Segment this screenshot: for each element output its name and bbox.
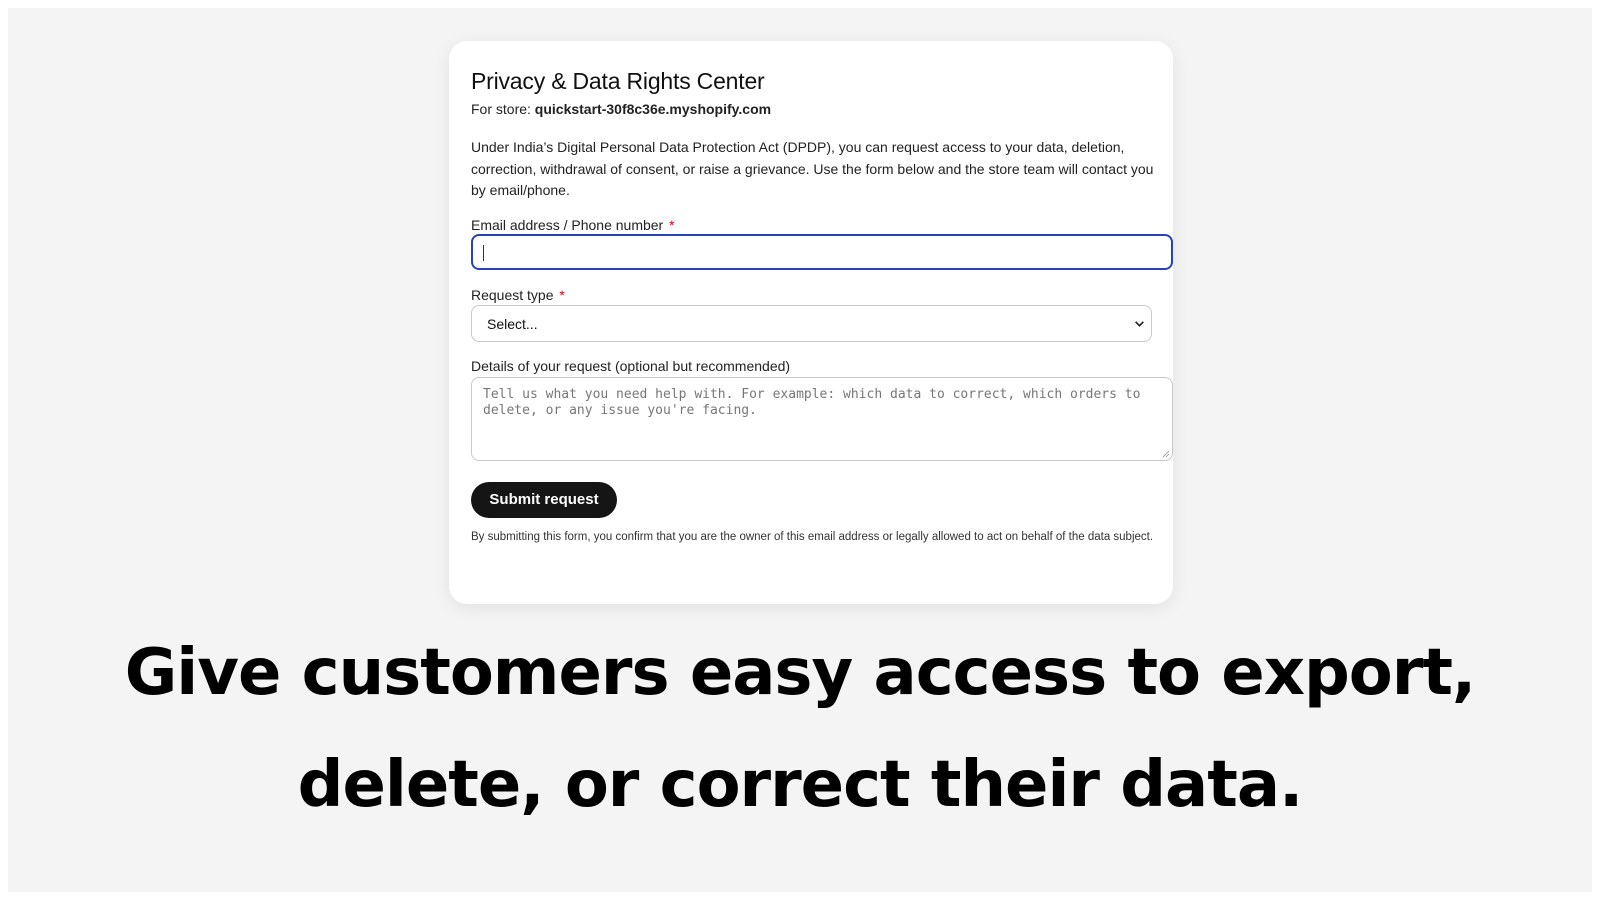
intro-text: Under India’s Digital Personal Data Prot… bbox=[471, 139, 1154, 198]
email-label-text: Email address / Phone number bbox=[471, 217, 664, 233]
request-type-value: Select... bbox=[487, 316, 538, 332]
page-title: Privacy & Data Rights Center bbox=[471, 68, 765, 94]
request-type-select[interactable]: Select... bbox=[471, 305, 1152, 342]
text-caret bbox=[483, 245, 484, 261]
details-textarea[interactable]: Tell us what you need help with. For exa… bbox=[471, 377, 1173, 461]
request-type-label-text: Request type bbox=[471, 287, 554, 303]
chevron-down-icon bbox=[1135, 321, 1144, 327]
store-prefix: For store: bbox=[471, 101, 531, 117]
privacy-form-card: Privacy & Data Rights Center For store: … bbox=[449, 41, 1173, 604]
details-placeholder: Tell us what you need help with. For exa… bbox=[483, 387, 1141, 418]
store-name: quickstart-30f8c36e.myshopify.com bbox=[534, 101, 772, 117]
details-label: Details of your request (optional but re… bbox=[471, 358, 791, 374]
required-marker: * bbox=[669, 217, 675, 233]
resize-grip-icon[interactable] bbox=[1162, 450, 1170, 458]
request-type-label: Request type * bbox=[471, 287, 565, 303]
required-marker: * bbox=[559, 287, 565, 303]
email-label: Email address / Phone number * bbox=[471, 217, 675, 233]
headline-line-2: delete, or correct their data. bbox=[297, 748, 1304, 822]
page-background: Privacy & Data Rights Center For store: … bbox=[8, 8, 1592, 892]
headline-line-1: Give customers easy access to export, bbox=[124, 636, 1476, 710]
store-line: For store: quickstart-30f8c36e.myshopify… bbox=[471, 101, 771, 117]
email-phone-input[interactable] bbox=[471, 234, 1173, 270]
disclaimer-text: By submitting this form, you confirm tha… bbox=[471, 531, 1154, 543]
submit-request-button[interactable]: Submit request bbox=[471, 482, 617, 518]
